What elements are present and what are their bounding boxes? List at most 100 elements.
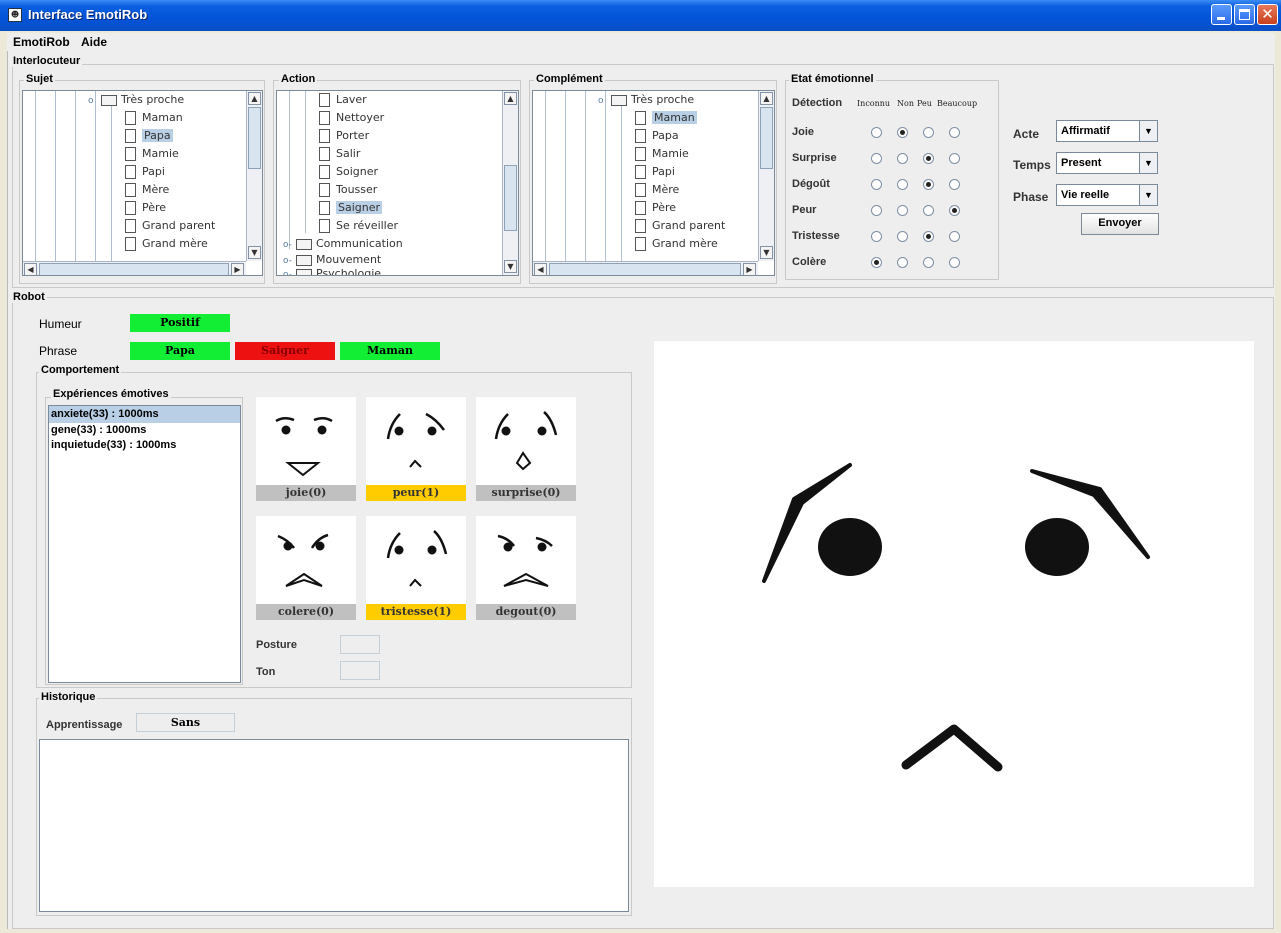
complement-item-papi[interactable]: Papi: [635, 164, 675, 180]
phrase-complement: Maman: [340, 342, 440, 360]
document-icon: [635, 219, 646, 233]
emotion-radio-1-3[interactable]: [949, 153, 960, 164]
emotion-radio-4-1[interactable]: [897, 231, 908, 242]
emotion-radio-3-0[interactable]: [871, 205, 882, 216]
comportement-label: Comportement: [39, 364, 122, 376]
action-folder-communication[interactable]: o- Communication: [283, 236, 403, 252]
folder-icon: [611, 94, 627, 106]
title-bar[interactable]: ☻ Interface EmotiRob ✕: [0, 0, 1281, 31]
action-folder-mouvement[interactable]: o- Mouvement: [283, 252, 381, 268]
chevron-down-icon: ▼: [1139, 153, 1157, 173]
emotion-radio-3-2[interactable]: [923, 205, 934, 216]
complement-item-pere[interactable]: Père: [635, 200, 676, 216]
expand-icon: o-: [283, 270, 292, 275]
emotion-radio-0-3[interactable]: [949, 127, 960, 138]
scroll-up-icon[interactable]: ▲: [760, 92, 773, 105]
scroll-down-icon[interactable]: ▼: [248, 246, 261, 259]
action-item-nettoyer[interactable]: Nettoyer: [319, 110, 384, 126]
list-item[interactable]: anxiete(33) : 1000ms: [49, 406, 240, 423]
scroll-left-icon[interactable]: ◀: [534, 263, 547, 275]
action-tree[interactable]: Laver Nettoyer Porter Salir Soigner Tous…: [276, 90, 519, 276]
complement-item-mere[interactable]: Mère: [635, 182, 679, 198]
sujet-item-papi[interactable]: Papi: [125, 164, 165, 180]
emotion-radio-1-2[interactable]: [923, 153, 934, 164]
sujet-item-mamie[interactable]: Mamie: [125, 146, 179, 162]
sujet-item-grand-mere[interactable]: Grand mère: [125, 236, 208, 252]
action-item-porter[interactable]: Porter: [319, 128, 369, 144]
scroll-up-icon[interactable]: ▲: [504, 92, 517, 105]
emotion-radio-3-1[interactable]: [897, 205, 908, 216]
scroll-up-icon[interactable]: ▲: [248, 92, 261, 105]
scroll-right-icon[interactable]: ▶: [743, 263, 756, 275]
list-item[interactable]: inquietude(33) : 1000ms: [49, 438, 240, 453]
emotion-radio-5-3[interactable]: [949, 257, 960, 268]
action-item-salir[interactable]: Salir: [319, 146, 360, 162]
complement-parent[interactable]: o Très proche: [598, 92, 694, 108]
complement-item-grand-mere[interactable]: Grand mère: [635, 236, 718, 252]
phase-select[interactable]: Vie reelle ▼: [1056, 184, 1158, 206]
sujet-tree[interactable]: o Très proche Maman Papa Mamie Papi Mère …: [22, 90, 263, 276]
scroll-thumb[interactable]: [504, 165, 517, 231]
emotion-radio-1-1[interactable]: [897, 153, 908, 164]
complement-vscrollbar[interactable]: ▲ ▼: [758, 91, 774, 261]
complement-hscrollbar[interactable]: ◀ ▶: [533, 261, 758, 275]
complement-item-maman[interactable]: Maman: [635, 110, 697, 126]
scroll-thumb[interactable]: [760, 107, 773, 169]
complement-item-mamie[interactable]: Mamie: [635, 146, 689, 162]
emotion-radio-4-3[interactable]: [949, 231, 960, 242]
colere-face-icon: [277, 533, 329, 587]
emotion-radio-2-0[interactable]: [871, 179, 882, 190]
scroll-thumb[interactable]: [248, 107, 261, 169]
historique-textarea[interactable]: [39, 739, 629, 912]
action-item-saigner[interactable]: Saigner: [319, 200, 383, 216]
emotion-radio-2-2[interactable]: [923, 179, 934, 190]
action-item-soigner[interactable]: Soigner: [319, 164, 378, 180]
emotion-radio-3-3[interactable]: [949, 205, 960, 216]
experiences-list[interactable]: anxiete(33) : 1000ms gene(33) : 1000ms i…: [48, 405, 241, 683]
action-item-tousser[interactable]: Tousser: [319, 182, 377, 198]
emotion-radio-5-0[interactable]: [871, 257, 882, 268]
emotion-radio-4-0[interactable]: [871, 231, 882, 242]
folder-icon: [296, 268, 312, 275]
emotion-radio-5-1[interactable]: [897, 257, 908, 268]
sujet-hscrollbar[interactable]: ◀ ▶: [23, 261, 246, 275]
action-item-se-reveiller[interactable]: Se réveiller: [319, 218, 398, 234]
scroll-thumb[interactable]: [549, 263, 741, 275]
sujet-item-maman[interactable]: Maman: [125, 110, 183, 126]
sujet-item-mere[interactable]: Mère: [125, 182, 169, 198]
emotion-radio-0-1[interactable]: [897, 127, 908, 138]
close-button[interactable]: ✕: [1257, 4, 1278, 25]
sujet-item-papa[interactable]: Papa: [125, 128, 173, 144]
temps-select[interactable]: Present ▼: [1056, 152, 1158, 174]
action-folder-psychologie[interactable]: o- Psychologie: [283, 267, 381, 275]
emotion-radio-1-0[interactable]: [871, 153, 882, 164]
emotion-radio-0-0[interactable]: [871, 127, 882, 138]
complement-item-grand-parent[interactable]: Grand parent: [635, 218, 725, 234]
scroll-right-icon[interactable]: ▶: [231, 263, 244, 275]
sujet-item-grand-parent[interactable]: Grand parent: [125, 218, 215, 234]
acte-select[interactable]: Affirmatif ▼: [1056, 120, 1158, 142]
maximize-button[interactable]: [1234, 4, 1255, 25]
scroll-left-icon[interactable]: ◀: [24, 263, 37, 275]
envoyer-button[interactable]: Envoyer: [1081, 213, 1159, 235]
action-vscrollbar[interactable]: ▲ ▼: [502, 91, 518, 275]
emotion-radio-2-3[interactable]: [949, 179, 960, 190]
sujet-vscrollbar[interactable]: ▲ ▼: [246, 91, 262, 261]
menu-emotirob[interactable]: EmotiRob: [13, 35, 70, 49]
scroll-down-icon[interactable]: ▼: [504, 260, 517, 273]
complement-item-papa[interactable]: Papa: [635, 128, 679, 144]
emotion-radio-5-2[interactable]: [923, 257, 934, 268]
complement-tree[interactable]: o Très proche Maman Papa Mamie Papi Mère …: [532, 90, 775, 276]
emotion-radio-4-2[interactable]: [923, 231, 934, 242]
emotion-radio-0-2[interactable]: [923, 127, 934, 138]
list-item[interactable]: gene(33) : 1000ms: [49, 423, 240, 438]
document-icon: [319, 93, 330, 107]
minimize-button[interactable]: [1211, 4, 1232, 25]
action-item-laver[interactable]: Laver: [319, 92, 367, 108]
scroll-thumb[interactable]: [39, 263, 229, 275]
sujet-parent[interactable]: o Très proche: [88, 92, 184, 108]
scroll-down-icon[interactable]: ▼: [760, 246, 773, 259]
sujet-item-pere[interactable]: Père: [125, 200, 166, 216]
menu-aide[interactable]: Aide: [81, 35, 107, 49]
emotion-radio-2-1[interactable]: [897, 179, 908, 190]
